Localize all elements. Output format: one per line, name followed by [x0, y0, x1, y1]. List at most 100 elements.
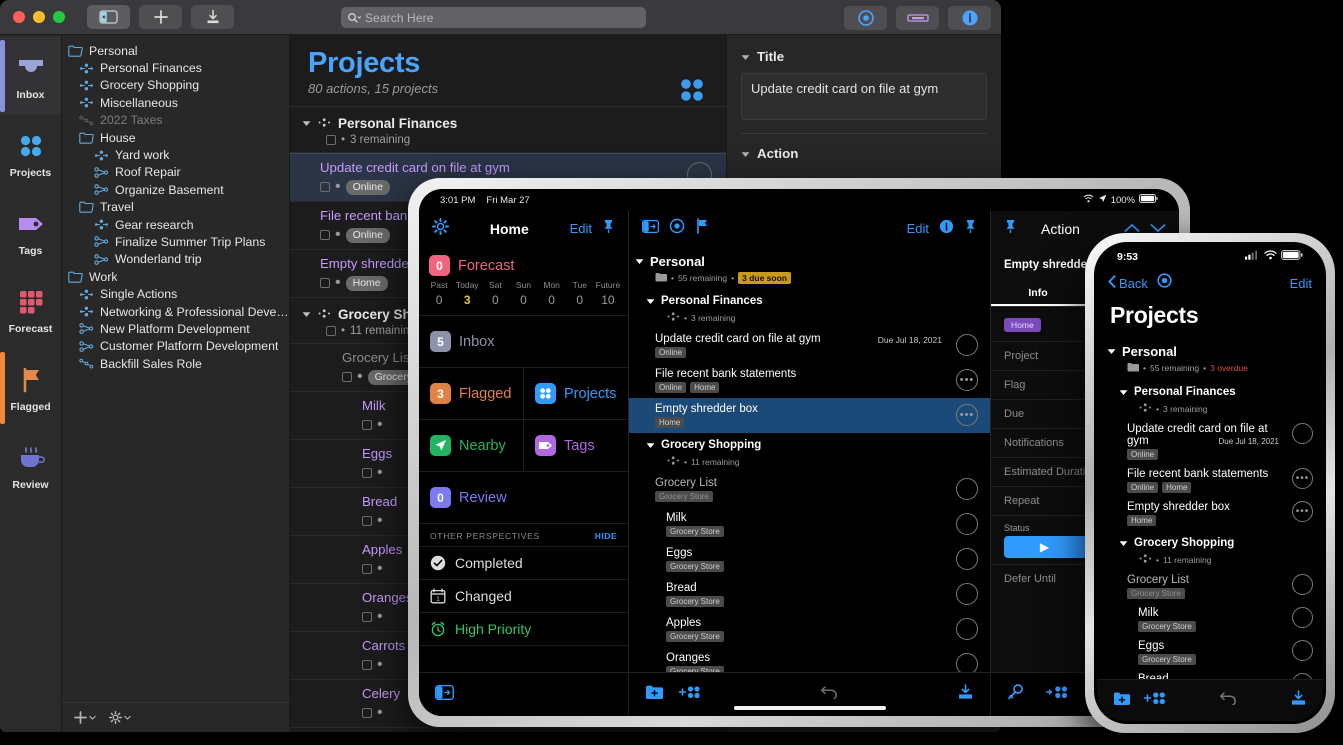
- other-perspective-item[interactable]: High Priority: [419, 613, 628, 646]
- complete-circle[interactable]: [956, 583, 978, 605]
- tag-chip[interactable]: Online: [346, 180, 390, 195]
- outline-item[interactable]: Finalize Summer Trip Plans: [68, 233, 289, 250]
- status-checkbox[interactable]: [326, 135, 336, 145]
- more-actions-button[interactable]: •••: [1292, 468, 1313, 489]
- pin-icon[interactable]: [964, 219, 977, 239]
- outline-item[interactable]: Wonderland trip: [68, 251, 289, 268]
- tag-chip[interactable]: Grocery Store: [666, 561, 724, 572]
- search-field[interactable]: Search Here: [341, 7, 646, 28]
- quick-entry-button[interactable]: [191, 5, 234, 29]
- complete-circle[interactable]: [956, 513, 978, 535]
- hide-button[interactable]: HIDE: [595, 531, 617, 541]
- complete-circle[interactable]: [1292, 574, 1313, 595]
- tag-chip[interactable]: Grocery Store: [666, 526, 724, 537]
- outline-item[interactable]: Miscellaneous: [68, 94, 289, 111]
- complete-circle[interactable]: [1292, 640, 1313, 661]
- task-row[interactable]: Grocery ListGrocery Store: [629, 472, 990, 507]
- outline-item[interactable]: Organize Basement: [68, 181, 289, 198]
- task-row[interactable]: File recent bank statementsOnlineHome•••: [1097, 464, 1323, 497]
- quick-entry-icon[interactable]: [957, 684, 974, 705]
- sidebar-toggle-button[interactable]: [87, 5, 130, 29]
- outline-item[interactable]: Work: [68, 268, 289, 285]
- outline-item[interactable]: Personal: [68, 42, 289, 59]
- outline-item[interactable]: Grocery Shopping: [68, 77, 289, 94]
- ipad-task-list[interactable]: Personal•55 remaining•3 due soonPersonal…: [629, 246, 990, 672]
- tag-chip[interactable]: Grocery Store: [1138, 621, 1196, 632]
- tag-chip[interactable]: Grocery Store: [1138, 654, 1196, 665]
- complete-circle[interactable]: [956, 618, 978, 640]
- status-active-option[interactable]: ▶: [1004, 536, 1085, 558]
- outline-item[interactable]: Personal Finances: [68, 59, 289, 76]
- disclosure-triangle-icon[interactable]: [1107, 342, 1116, 360]
- task-row[interactable]: BreadGrocery Store: [629, 577, 990, 612]
- outline-settings-button[interactable]: [109, 711, 131, 724]
- status-checkbox[interactable]: [362, 420, 372, 430]
- project-group-header[interactable]: Grocery Shopping: [629, 433, 990, 454]
- complete-circle[interactable]: [956, 334, 978, 356]
- project-group-header[interactable]: Grocery Shopping: [1097, 530, 1323, 552]
- disclosure-triangle-icon[interactable]: [646, 292, 655, 310]
- perspective-inbox[interactable]: 5 Inbox: [419, 316, 628, 368]
- task-row[interactable]: MilkGrocery Store: [1097, 603, 1323, 636]
- perspective-projects[interactable]: Projects: [523, 368, 628, 419]
- add-project-button[interactable]: [74, 711, 96, 724]
- back-button[interactable]: Back: [1108, 275, 1148, 291]
- tag-icon[interactable]: [1007, 684, 1024, 706]
- outline-item[interactable]: Gear research: [68, 216, 289, 233]
- project-group-header[interactable]: Personal Finances: [1097, 379, 1323, 401]
- more-actions-button[interactable]: •••: [1292, 501, 1313, 522]
- new-project-icon[interactable]: [1113, 691, 1131, 711]
- sidebar-item-flagged[interactable]: Flagged: [0, 349, 61, 427]
- forecast-day[interactable]: Tue0: [566, 280, 594, 307]
- new-action-icon[interactable]: [678, 684, 701, 705]
- project-group-header[interactable]: Personal Finances: [290, 107, 726, 132]
- status-checkbox[interactable]: [362, 564, 372, 574]
- sidebar-item-forecast[interactable]: Forecast: [0, 271, 61, 349]
- tag-chip[interactable]: Online: [1127, 482, 1158, 493]
- tag-chip[interactable]: Grocery Store: [666, 596, 724, 607]
- status-checkbox[interactable]: [326, 326, 336, 336]
- status-checkbox[interactable]: [362, 516, 372, 526]
- info-icon[interactable]: [939, 219, 954, 239]
- view-icon[interactable]: [1157, 273, 1172, 293]
- new-project-icon[interactable]: [645, 684, 664, 705]
- disclosure-triangle-icon[interactable]: [1119, 383, 1128, 401]
- list-root-header[interactable]: Personal•55 remaining•3 due soon: [629, 249, 990, 289]
- status-checkbox[interactable]: [362, 468, 372, 478]
- outline-item[interactable]: 2022 Taxes: [68, 112, 289, 129]
- task-row[interactable]: EggsGrocery Store: [629, 542, 990, 577]
- move-icon[interactable]: [1046, 684, 1069, 705]
- sidebar-icon[interactable]: [435, 685, 454, 705]
- forecast-day[interactable]: Today3: [453, 280, 481, 307]
- status-checkbox[interactable]: [362, 708, 372, 718]
- outline-item[interactable]: Customer Platform Development: [68, 338, 289, 355]
- outline-item[interactable]: Single Actions: [68, 285, 289, 302]
- disclosure-triangle-icon[interactable]: [302, 114, 311, 132]
- view-options-button[interactable]: [844, 6, 887, 30]
- tag-chip[interactable]: Online: [346, 228, 390, 243]
- more-actions-button[interactable]: •••: [956, 369, 978, 391]
- task-row[interactable]: Cheese•: [290, 728, 726, 732]
- iphone-task-list[interactable]: Personal•55 remaining•3 overduePersonal …: [1097, 338, 1323, 679]
- inspector-button[interactable]: [948, 6, 991, 30]
- task-row[interactable]: Update credit card on file at gymOnlineD…: [629, 328, 990, 363]
- other-perspectives-list[interactable]: Completed1ChangedHigh Priority: [419, 547, 628, 646]
- outline-item[interactable]: Networking & Professional Devel…: [68, 303, 289, 320]
- add-button[interactable]: [139, 5, 182, 29]
- perspective-forecast[interactable]: 0 Forecast Past0Today3Sat0Sun0Mon0Tue0Fu…: [419, 246, 628, 316]
- outline-item[interactable]: New Platform Development: [68, 320, 289, 337]
- sidebar-item-tags[interactable]: Tags: [0, 193, 61, 271]
- view-icon[interactable]: [669, 218, 685, 239]
- tag-chip[interactable]: Online: [1127, 449, 1158, 460]
- tag-chip[interactable]: Online: [655, 347, 686, 358]
- task-row[interactable]: Grocery ListGrocery Store: [1097, 570, 1323, 603]
- status-checkbox[interactable]: [320, 230, 330, 240]
- ipad-content-edit-button[interactable]: Edit: [907, 221, 929, 236]
- minimize-button[interactable]: [33, 11, 45, 23]
- disclosure-triangle-icon[interactable]: [646, 436, 655, 454]
- flag-icon[interactable]: [695, 218, 710, 239]
- perspective-tags[interactable]: Tags: [523, 420, 628, 471]
- tag-chip[interactable]: Home: [346, 276, 388, 291]
- task-row[interactable]: BreadGrocery Store: [1097, 669, 1323, 679]
- quick-entry-icon[interactable]: [1290, 690, 1307, 711]
